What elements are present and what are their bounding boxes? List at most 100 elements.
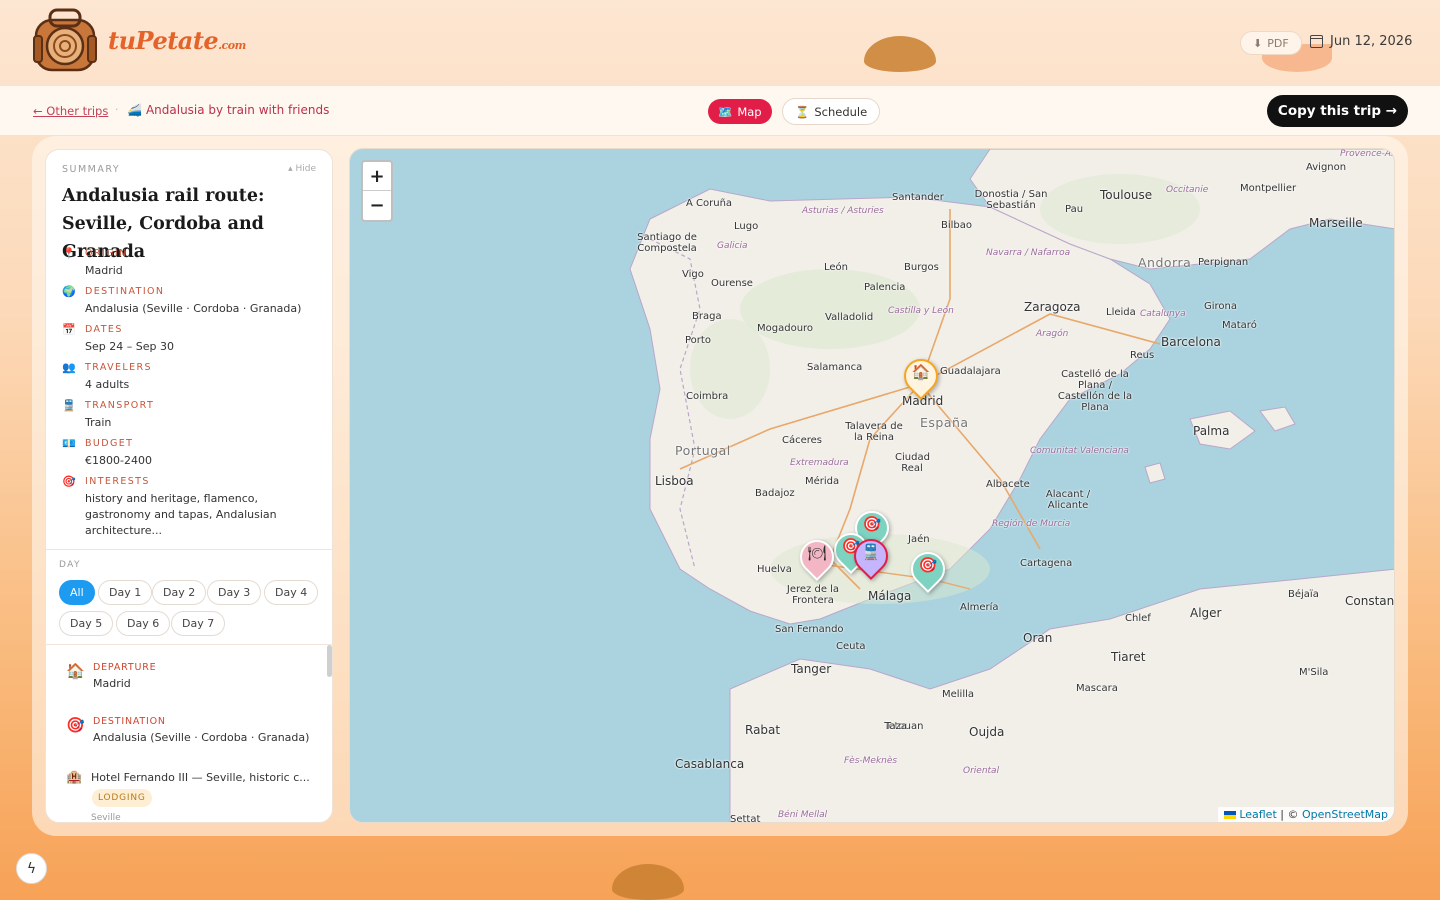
leaflet-link[interactable]: Leaflet	[1239, 808, 1276, 821]
event-destination[interactable]: 🎯 DESTINATION Andalusia (Seville · Cordo…	[66, 716, 316, 756]
map-label-city: Alacant / Alicante	[1045, 489, 1091, 511]
map-marker-train-station[interactable]: 🚆	[846, 531, 896, 581]
plate-icon: 🍽	[807, 544, 827, 562]
divider	[46, 549, 332, 550]
day-chip-2[interactable]: Day 2	[152, 580, 207, 605]
scrollbar[interactable]	[327, 645, 332, 677]
map-label-region: Provence-Alpes-Côte d'Azur	[1340, 149, 1394, 159]
back-to-trips-link[interactable]: ← Other trips	[33, 104, 108, 118]
people-icon: 👥	[62, 361, 76, 374]
map-label-country: España	[920, 415, 969, 430]
house-icon: 🏠	[66, 662, 85, 680]
map-label-city: Béjaïa	[1288, 589, 1319, 600]
tab-map-label: Map	[737, 104, 762, 119]
map-label-city: Jaén	[908, 534, 930, 545]
trip-map[interactable]: Portugal España Andorra Asturias / Astur…	[349, 148, 1395, 823]
train-icon: 🚆	[62, 399, 76, 412]
map-label-city: Vigo	[682, 269, 704, 280]
map-label-city: Mascara	[1076, 683, 1118, 694]
map-marker-madrid[interactable]: 🏠	[896, 351, 946, 401]
map-attribution: Leaflet | © OpenStreetMap	[1218, 807, 1394, 822]
tab-map[interactable]: 🗺️ Map	[708, 99, 772, 124]
pdf-download-button[interactable]: ⬇ PDF	[1240, 31, 1302, 55]
openstreetmap-link[interactable]: OpenStreetMap	[1302, 808, 1388, 821]
map-label-city: Oujda	[969, 725, 1005, 739]
map-label-city: Taza	[885, 721, 907, 732]
map-label-city: Montpellier	[1240, 183, 1297, 194]
zoom-control: + −	[361, 160, 393, 222]
zoom-out-button[interactable]: −	[363, 191, 391, 220]
event-subtitle: Seville	[91, 813, 121, 823]
field-transport: 🚆 TRANSPORT Train	[62, 399, 324, 431]
day-filter-label: DAY	[59, 560, 81, 570]
map-label-city: Palma	[1193, 424, 1230, 438]
map-marker-food[interactable]: 🍽	[792, 532, 842, 582]
event-value: Hotel Fernando III — Seville, historic c…	[91, 771, 310, 784]
event-departure[interactable]: 🏠 DEPARTURE Madrid	[66, 662, 316, 702]
map-label-city: Almería	[960, 602, 999, 613]
day-chip-3[interactable]: Day 3	[207, 580, 262, 605]
field-budget: 💶 BUDGET €1800-2400	[62, 437, 324, 469]
tab-schedule[interactable]: ⏳ Schedule	[782, 98, 881, 125]
trip-date-text: Jun 12, 2026	[1330, 34, 1413, 49]
train-icon: 🚆	[861, 543, 881, 561]
brand-logo[interactable]: tuPetate.com	[30, 6, 246, 74]
event-lodging[interactable]: 🏨 Hotel Fernando III — Seville, historic…	[66, 770, 316, 823]
map-label-city: Ourense	[711, 278, 753, 289]
field-dates: 📅 DATES Sep 24 – Sep 30	[62, 323, 324, 355]
day-chip-all[interactable]: All	[59, 580, 95, 605]
map-label-city: Mogadouro	[757, 323, 814, 334]
map-label-city: Lleida	[1106, 307, 1136, 318]
map-label-city: Málaga	[868, 589, 912, 603]
map-label-region: Oriental	[963, 766, 1000, 776]
lightning-icon[interactable]: ϟ	[16, 853, 47, 884]
event-value: Andalusia (Seville · Cordoba · Granada)	[93, 731, 310, 744]
decorative-blob-bottom	[612, 864, 684, 900]
field-value: €1800-2400	[85, 454, 152, 467]
map-label-city: Lisboa	[655, 474, 694, 488]
hotel-icon: 🏨	[66, 770, 83, 785]
copy-trip-button[interactable]: Copy this trip →	[1267, 95, 1408, 127]
map-label-city: Santander	[892, 192, 944, 203]
day-chip-4[interactable]: Day 4	[264, 580, 319, 605]
field-value: 4 adults	[85, 378, 130, 391]
map-label-city: Santiago de Compostela	[637, 232, 697, 254]
map-label-region: Extremadura	[790, 458, 849, 468]
map-label-city: Coimbra	[686, 391, 729, 402]
map-label-region: Galicia	[717, 241, 748, 251]
download-icon: ⬇	[1253, 36, 1263, 50]
map-label-city: Perpignan	[1198, 257, 1249, 268]
map-label-region: Fès-Meknès	[844, 756, 898, 766]
attribution-separator: | ©	[1276, 808, 1302, 821]
map-label-city: Jerez de la Frontera	[786, 584, 840, 606]
field-label: TRAVELERS	[85, 362, 152, 373]
train-icon: 🚄	[127, 103, 142, 117]
event-label: DESTINATION	[93, 716, 166, 727]
day-chip-6[interactable]: Day 6	[116, 611, 171, 636]
map-label-region: Región de Murcia	[992, 519, 1071, 529]
map-label-city: Talavera de la Reina	[845, 421, 903, 443]
map-label-city: León	[824, 262, 849, 273]
day-chip-1[interactable]: Day 1	[98, 580, 153, 605]
map-label-city: Bilbao	[941, 220, 973, 231]
map-label-city: Girona	[1204, 301, 1238, 312]
map-label-city: San Fernando	[775, 624, 844, 635]
lodging-badge: LODGING	[92, 789, 152, 807]
map-label-city: Castelló de la Plana / Castellón de la P…	[1057, 369, 1133, 413]
map-label-city: Valladolid	[825, 312, 874, 323]
breadcrumb-trip: 🚄 Andalusia by train with friends	[127, 103, 329, 117]
field-label: INTERESTS	[85, 476, 150, 487]
trip-navbar: ← Other trips · 🚄 Andalusia by train wit…	[0, 86, 1440, 136]
day-chip-7[interactable]: Day 7	[171, 611, 226, 636]
map-marker-granada[interactable]: 🎯	[903, 544, 953, 594]
event-value: Madrid	[93, 677, 131, 690]
calendar-icon	[1310, 35, 1323, 48]
map-label-city: A Coruña	[686, 198, 733, 209]
backpack-logo-icon	[30, 6, 100, 74]
day-chip-5[interactable]: Day 5	[59, 611, 114, 636]
event-label: DEPARTURE	[93, 662, 157, 673]
map-label-city: M'Sila	[1299, 667, 1329, 678]
top-header: tuPetate.com ⬇ PDF Jun 12, 2026	[0, 0, 1440, 86]
zoom-in-button[interactable]: +	[363, 162, 391, 191]
hide-summary-button[interactable]: ▴ Hide	[288, 164, 316, 174]
